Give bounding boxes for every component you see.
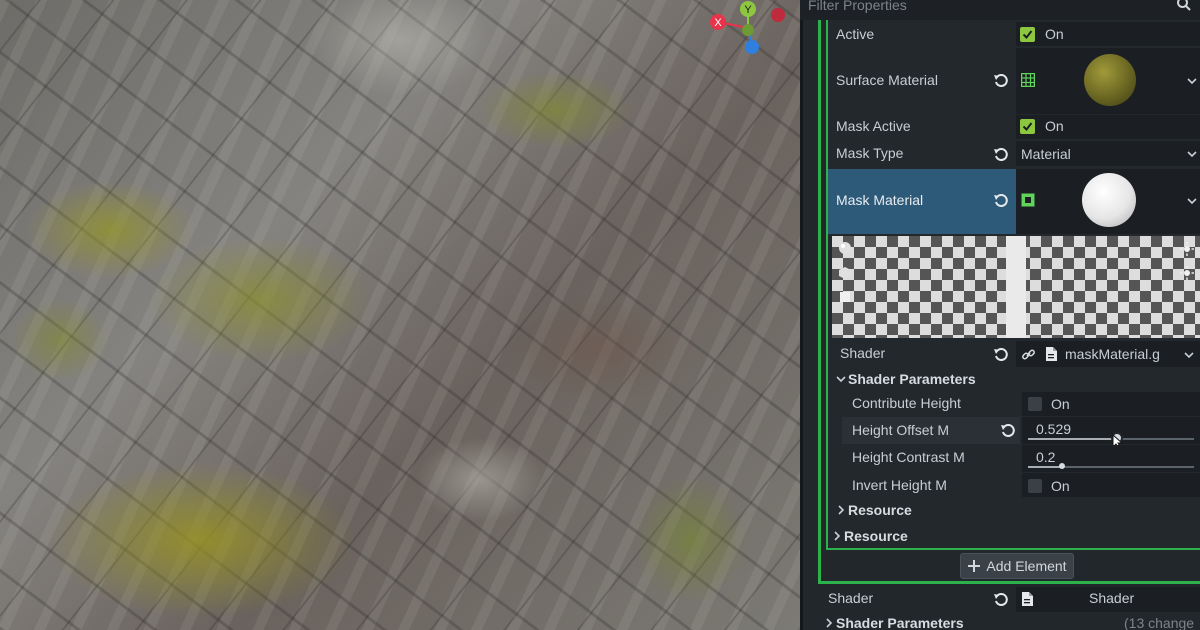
- active-field[interactable]: [1016, 22, 1200, 46]
- gizmo-z-axis[interactable]: [745, 40, 759, 54]
- invert-height-value: On: [1051, 478, 1070, 494]
- mask-material-thumbnail[interactable]: [1082, 173, 1136, 227]
- file-icon: [1046, 347, 1057, 361]
- chevron-down-icon[interactable]: [1187, 76, 1197, 86]
- height-contrast-slider-fill: [1028, 466, 1062, 468]
- link-icon[interactable]: [1021, 347, 1036, 362]
- material-square-icon: [1021, 193, 1035, 207]
- axis-gizmo[interactable]: X Y: [700, 0, 800, 60]
- mask-active-field[interactable]: [1016, 115, 1200, 139]
- gizmo-neg-x-axis[interactable]: [771, 8, 785, 22]
- chevron-down-icon[interactable]: [1184, 350, 1194, 360]
- outer-shader-parameters-header[interactable]: Shader Parameters: [836, 615, 964, 630]
- mask-type-value: Material: [1021, 146, 1071, 162]
- preview-vertical-band: [1006, 236, 1026, 338]
- contribute-height-field[interactable]: [1022, 392, 1200, 416]
- active-checkbox[interactable]: [1020, 27, 1035, 42]
- 3d-viewport[interactable]: X Y: [0, 0, 800, 630]
- height-contrast-value: 0.2: [1036, 449, 1056, 465]
- outer-shader-value: Shader: [1089, 590, 1135, 606]
- collapse-chevron-icon[interactable]: [836, 505, 846, 515]
- changes-count: (13 change: [1124, 615, 1195, 630]
- shader-label: Shader: [840, 345, 886, 361]
- file-icon: [1022, 592, 1033, 606]
- reset-icon[interactable]: [993, 592, 1009, 608]
- contribute-height-value: On: [1051, 396, 1070, 412]
- light-1-icon[interactable]: [1180, 242, 1194, 256]
- gizmo-y-label: Y: [744, 4, 752, 16]
- height-offset-label: Height Offset M: [852, 422, 950, 438]
- active-value: On: [1045, 26, 1064, 42]
- height-contrast-slider-knob[interactable]: [1059, 463, 1065, 469]
- filter-bar[interactable]: Filter Properties: [800, 0, 1200, 20]
- active-label: Active: [836, 26, 875, 42]
- chevron-down-icon[interactable]: [1187, 196, 1197, 206]
- expand-chevron-icon[interactable]: [836, 374, 846, 384]
- reset-icon[interactable]: [993, 193, 1009, 209]
- cube-preview-icon[interactable]: [838, 266, 852, 280]
- sphere-preview-icon[interactable]: [838, 241, 852, 255]
- resource-inner-header[interactable]: Resource: [848, 502, 912, 518]
- checkmark-icon: [1022, 122, 1033, 132]
- reset-icon[interactable]: [993, 147, 1009, 163]
- search-icon[interactable]: [1176, 0, 1192, 12]
- plane-preview-icon[interactable]: [839, 291, 851, 303]
- filter-placeholder: Filter Properties: [808, 0, 907, 13]
- collapse-chevron-icon[interactable]: [824, 618, 834, 628]
- resource-outer-header[interactable]: Resource: [844, 528, 908, 544]
- surface-material-thumbnail[interactable]: [1084, 54, 1136, 106]
- contribute-height-label: Contribute Height: [852, 395, 961, 411]
- mask-active-value: On: [1045, 118, 1064, 134]
- height-offset-slider-fill: [1028, 438, 1116, 440]
- add-element-label: Add Element: [986, 558, 1067, 574]
- mask-active-checkbox[interactable]: [1020, 119, 1035, 134]
- collapse-chevron-icon[interactable]: [832, 531, 842, 541]
- material-grid-icon: [1021, 73, 1035, 87]
- reset-icon[interactable]: [993, 347, 1009, 363]
- plus-icon: [968, 560, 981, 572]
- contribute-height-checkbox[interactable]: [1028, 397, 1042, 411]
- height-offset-value: 0.529: [1036, 421, 1072, 437]
- outer-shader-label: Shader: [828, 590, 874, 606]
- invert-height-checkbox[interactable]: [1028, 479, 1042, 493]
- invert-height-label: Invert Height M: [852, 477, 947, 493]
- height-contrast-label: Height Contrast M: [852, 449, 965, 465]
- mask-active-label: Mask Active: [836, 118, 911, 134]
- gizmo-x-label: X: [714, 17, 722, 29]
- mask-material-label: Mask Material: [836, 192, 924, 208]
- gizmo-neg-y-axis[interactable]: [742, 24, 754, 36]
- light-2-icon[interactable]: [1180, 266, 1194, 280]
- add-element-button[interactable]: Add Element: [960, 553, 1074, 579]
- surface-material-label: Surface Material: [836, 72, 938, 88]
- shader-value: maskMaterial.g: [1065, 346, 1160, 362]
- chevron-down-icon[interactable]: [1187, 149, 1197, 159]
- invert-height-field[interactable]: [1022, 473, 1200, 497]
- reset-icon[interactable]: [993, 73, 1009, 89]
- checkmark-icon: [1022, 30, 1033, 40]
- mask-type-label: Mask Type: [836, 145, 904, 161]
- reset-icon[interactable]: [1000, 423, 1016, 439]
- shader-parameters-header[interactable]: Shader Parameters: [848, 371, 976, 387]
